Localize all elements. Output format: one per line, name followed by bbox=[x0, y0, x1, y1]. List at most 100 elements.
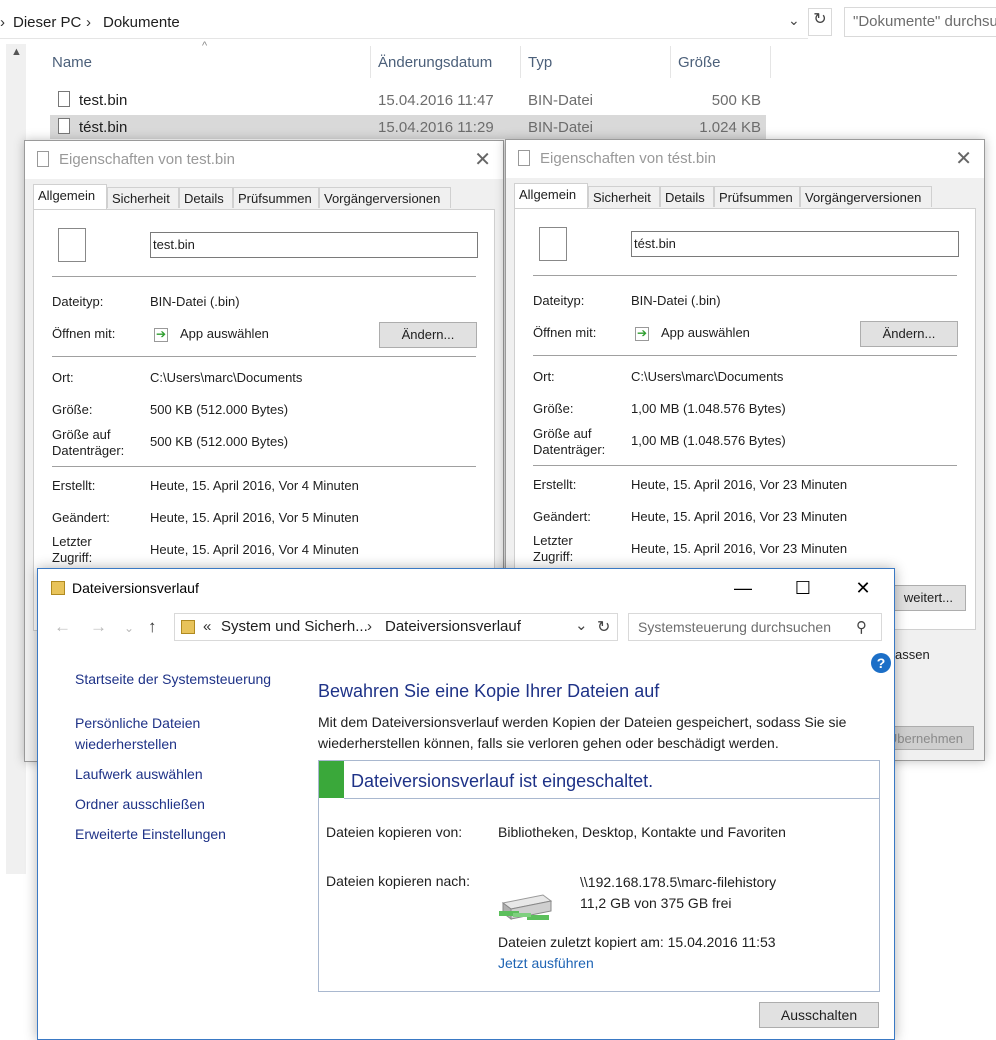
location-label: Ort: bbox=[52, 370, 74, 385]
file-history-window: Dateiversionsverlauf — ☐ ✕ ← → ⌄ ↑ « Sys… bbox=[37, 568, 895, 1040]
file-history-icon bbox=[181, 620, 195, 634]
size-value: 1,00 MB (1.048.576 Bytes) bbox=[631, 401, 786, 416]
file-type: BIN-Datei bbox=[528, 92, 594, 109]
recent-dropdown-icon[interactable]: ⌄ bbox=[124, 621, 134, 635]
chevron-down-icon[interactable]: ⌄ bbox=[575, 616, 588, 634]
modified-value: Heute, 15. April 2016, Vor 23 Minuten bbox=[631, 509, 848, 524]
filename-field[interactable]: tést.bin bbox=[631, 231, 959, 257]
chevron-right-icon: › bbox=[367, 618, 372, 635]
tab-checksums[interactable]: Prüfsummen bbox=[233, 187, 319, 208]
divider bbox=[344, 798, 879, 799]
search-input[interactable]: "Dokumente" durchsuchen bbox=[844, 7, 996, 37]
up-icon[interactable]: ↑ bbox=[148, 617, 157, 637]
nas-drive-icon bbox=[499, 894, 553, 920]
tab-security[interactable]: Sicherheit bbox=[107, 187, 179, 208]
created-label: Erstellt: bbox=[533, 477, 577, 492]
tab-security[interactable]: Sicherheit bbox=[588, 186, 660, 207]
app-icon: ➔ bbox=[154, 327, 168, 342]
scroll-up-icon[interactable]: ▲ bbox=[11, 46, 22, 58]
file-row-selected[interactable]: tést.bin 15.04.2016 11:29 BIN-Datei 1.02… bbox=[50, 115, 766, 139]
link-advanced-settings[interactable]: Erweiterte Einstellungen bbox=[75, 824, 226, 845]
modified-label: Geändert: bbox=[533, 509, 591, 524]
dialog-titlebar[interactable]: Eigenschaften von test.bin ✕ bbox=[25, 141, 503, 179]
column-divider[interactable] bbox=[370, 46, 371, 78]
divider bbox=[533, 355, 957, 356]
divider bbox=[533, 275, 957, 276]
tab-details[interactable]: Details bbox=[660, 186, 714, 207]
breadcrumb-file-history[interactable]: Dateiversionsverlauf bbox=[385, 618, 521, 635]
address-bar[interactable]: › Dieser PC › Dokumente ⌄ bbox=[0, 4, 808, 39]
tab-general[interactable]: Allgemein bbox=[33, 184, 107, 209]
disk-size-label: Größe auf Datenträger: bbox=[533, 426, 606, 457]
column-name[interactable]: Name bbox=[52, 54, 92, 71]
refresh-icon[interactable]: ↻ bbox=[597, 617, 610, 637]
column-divider[interactable] bbox=[770, 46, 771, 78]
openwith-label: Öffnen mit: bbox=[533, 325, 597, 340]
change-button[interactable]: Ändern... bbox=[860, 321, 958, 347]
column-type[interactable]: Typ bbox=[528, 54, 552, 71]
tab-details[interactable]: Details bbox=[179, 187, 233, 208]
file-icon bbox=[58, 91, 70, 107]
change-button[interactable]: Ändern... bbox=[379, 322, 477, 348]
window-title: Dateiversionsverlauf bbox=[72, 580, 199, 596]
address-bar[interactable]: « System und Sicherh... › Dateiversionsv… bbox=[174, 613, 618, 641]
close-button[interactable]: ✕ bbox=[840, 571, 886, 605]
turn-off-button[interactable]: Ausschalten bbox=[759, 1002, 879, 1028]
filetype-label: Dateityp: bbox=[52, 294, 104, 309]
close-icon[interactable]: ✕ bbox=[955, 146, 972, 171]
file-history-icon bbox=[51, 581, 65, 595]
app-icon: ➔ bbox=[635, 326, 649, 341]
help-icon[interactable]: ? bbox=[871, 653, 891, 673]
link-restore-personal-files[interactable]: Persönliche Dateien wiederherstellen bbox=[75, 713, 235, 755]
tab-previous-versions[interactable]: Vorgängerversionen bbox=[319, 187, 451, 208]
openwith-value: App auswählen bbox=[180, 326, 269, 341]
disk-size-value: 1,00 MB (1.048.576 Bytes) bbox=[631, 433, 786, 448]
column-size[interactable]: Größe bbox=[678, 54, 721, 71]
tab-previous-versions[interactable]: Vorgängerversionen bbox=[800, 186, 932, 207]
divider bbox=[52, 276, 476, 277]
file-icon bbox=[37, 151, 49, 167]
back-icon[interactable]: ← bbox=[54, 617, 71, 637]
column-date[interactable]: Änderungsdatum bbox=[378, 54, 492, 71]
status-panel: Dateiversionsverlauf ist eingeschaltet. … bbox=[318, 760, 880, 992]
breadcrumb-documents[interactable]: Dokumente bbox=[103, 14, 180, 31]
link-select-drive[interactable]: Laufwerk auswählen bbox=[75, 764, 203, 785]
search-icon[interactable]: ⚲ bbox=[856, 618, 867, 636]
disk-size-label: Größe auf Datenträger: bbox=[52, 427, 125, 458]
filetype-value: BIN-Datei (.bin) bbox=[631, 293, 721, 308]
chevron-down-icon[interactable]: ⌄ bbox=[788, 12, 800, 29]
address-overflow[interactable]: « bbox=[203, 618, 211, 635]
location-label: Ort: bbox=[533, 369, 555, 384]
accessed-value: Heute, 15. April 2016, Vor 4 Minuten bbox=[150, 542, 359, 557]
filename-field[interactable]: test.bin bbox=[150, 232, 478, 258]
maximize-button[interactable]: ☐ bbox=[780, 571, 826, 605]
size-label: Größe: bbox=[533, 401, 574, 416]
tab-checksums[interactable]: Prüfsummen bbox=[714, 186, 800, 207]
page-description: Mit dem Dateiversionsverlauf werden Kopi… bbox=[318, 714, 847, 751]
accessed-value: Heute, 15. April 2016, Vor 23 Minuten bbox=[631, 541, 848, 556]
link-control-panel-home[interactable]: Startseite der Systemsteuerung bbox=[75, 669, 271, 690]
location-value: C:\Users\marc\Documents bbox=[150, 370, 303, 385]
breadcrumb-this-pc[interactable]: Dieser PC bbox=[13, 14, 81, 31]
column-divider[interactable] bbox=[520, 46, 521, 78]
run-now-link[interactable]: Jetzt ausführen bbox=[498, 955, 594, 971]
dialog-titlebar[interactable]: Eigenschaften von tést.bin ✕ bbox=[506, 140, 984, 178]
minimize-button[interactable]: — bbox=[720, 571, 766, 605]
partial-label: assen bbox=[895, 647, 930, 662]
file-row[interactable]: test.bin 15.04.2016 11:47 BIN-Datei 500 … bbox=[50, 88, 766, 112]
file-type: BIN-Datei bbox=[528, 119, 594, 136]
refresh-icon[interactable]: ↻ bbox=[808, 8, 832, 36]
search-input[interactable]: Systemsteuerung durchsuchen bbox=[628, 613, 882, 641]
column-divider[interactable] bbox=[670, 46, 671, 78]
close-icon[interactable]: ✕ bbox=[474, 147, 491, 172]
link-exclude-folders[interactable]: Ordner ausschließen bbox=[75, 794, 205, 815]
file-name: test.bin bbox=[79, 92, 128, 109]
breadcrumb-system-security[interactable]: System und Sicherh... bbox=[221, 618, 368, 635]
location-value: C:\Users\marc\Documents bbox=[631, 369, 784, 384]
tab-general[interactable]: Allgemein bbox=[514, 183, 588, 208]
modified-label: Geändert: bbox=[52, 510, 110, 525]
copy-from-label: Dateien kopieren von: bbox=[326, 824, 463, 840]
nav-pane-scrollbar[interactable]: ▲ bbox=[6, 44, 26, 874]
target-free-space: 11,2 GB von 375 GB frei bbox=[580, 895, 732, 911]
forward-icon[interactable]: → bbox=[90, 617, 107, 637]
